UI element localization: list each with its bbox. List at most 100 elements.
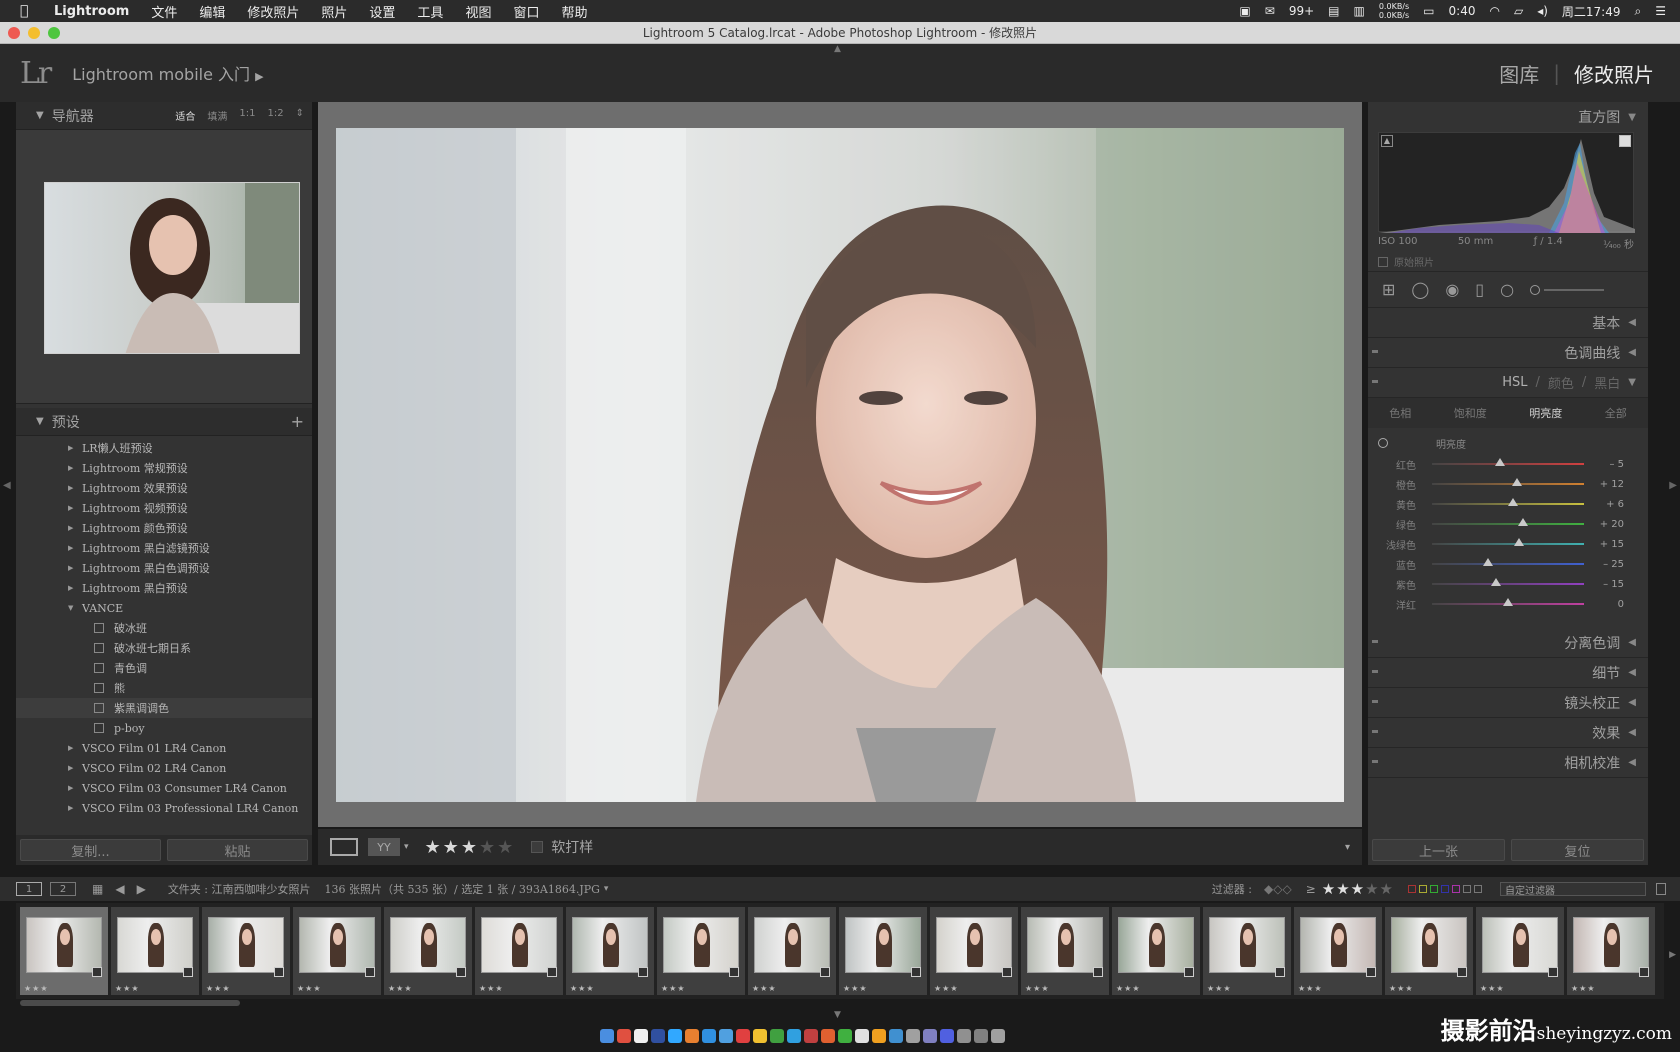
navigator-header[interactable]: ▼ 导航器 适合 填满 1:1 1:2 ⇕	[16, 102, 312, 130]
dock-app-icon[interactable]	[974, 1029, 988, 1043]
preset-folder[interactable]: ▶ VSCO Film 03 Professional LR4 Canon	[16, 798, 312, 818]
lens-correction-header[interactable]: 镜头校正 ◀	[1368, 688, 1648, 718]
right-panel-toggle-icon[interactable]: ▶	[1669, 480, 1677, 491]
filmstrip-thumbnail[interactable]: ★★★	[748, 907, 836, 995]
tonecurve-panel-header[interactable]: 色调曲线 ◀	[1368, 338, 1648, 368]
menu-develop[interactable]: 修改照片	[247, 2, 299, 21]
slider-value[interactable]: + 6	[1584, 499, 1624, 510]
dock-app-icon[interactable]	[719, 1029, 733, 1043]
panel-switch-icon[interactable]	[1372, 730, 1378, 733]
basic-panel-header[interactable]: 基本 ◀	[1368, 308, 1648, 338]
zoom-1-1[interactable]: 1:1	[239, 108, 255, 123]
flag-filter-icons[interactable]: ◆◇◇	[1264, 882, 1292, 896]
rating-comparator[interactable]: ≥	[1306, 882, 1316, 896]
presets-header[interactable]: ▼ 预设 +	[16, 408, 312, 436]
preset-folder[interactable]: ▶ VSCO Film 02 LR4 Canon	[16, 758, 312, 778]
main-photo[interactable]	[336, 128, 1344, 802]
effects-header[interactable]: 效果 ◀	[1368, 718, 1648, 748]
split-toning-header[interactable]: 分离色调 ◀	[1368, 628, 1648, 658]
dock-app-icon[interactable]	[702, 1029, 716, 1043]
navigator-thumbnail[interactable]	[44, 182, 300, 354]
redeye-tool-icon[interactable]: ◉	[1445, 280, 1459, 299]
wechat-icon[interactable]: ✉	[1265, 4, 1275, 18]
zoom-more-icon[interactable]: ⇕	[296, 108, 304, 123]
collapse-triangle-icon[interactable]: ▼	[1628, 112, 1636, 123]
star-icon[interactable]: ★	[479, 837, 497, 858]
histogram-chart[interactable]: ▲	[1378, 132, 1635, 233]
zoom-1-2[interactable]: 1:2	[268, 108, 284, 123]
spot-removal-icon[interactable]: ◯	[1411, 280, 1429, 299]
expand-triangle-icon[interactable]: ◀	[1628, 347, 1636, 358]
filmstrip-thumbnail[interactable]: ★★★	[475, 907, 563, 995]
dock-app-icon[interactable]	[940, 1029, 954, 1043]
collapsed-triangle-icon[interactable]: ▶	[68, 764, 82, 772]
slider-value[interactable]: + 15	[1584, 539, 1624, 550]
navigator-preview[interactable]	[16, 130, 312, 404]
grid-view-icon[interactable]: ▦	[92, 882, 103, 896]
graduated-filter-icon[interactable]: ▯	[1475, 280, 1484, 299]
preset-item[interactable]: 破冰班	[16, 618, 312, 638]
crop-tool-icon[interactable]: ⊞	[1382, 280, 1395, 299]
slider-thumb[interactable]	[1512, 478, 1523, 486]
dock-app-icon[interactable]	[787, 1029, 801, 1043]
expand-triangle-icon[interactable]: ◀	[1628, 637, 1636, 648]
menu-tools[interactable]: 工具	[417, 2, 443, 21]
monitor-2-button[interactable]: 2	[50, 882, 76, 896]
filmstrip-thumbnail[interactable]: ★★★	[1021, 907, 1109, 995]
panel-switch-icon[interactable]	[1372, 670, 1378, 673]
dock-app-icon[interactable]	[872, 1029, 886, 1043]
slider-thumb[interactable]	[1490, 578, 1501, 586]
preset-folder[interactable]: ▼ VANCE	[16, 598, 312, 618]
copy-button[interactable]: 复制...	[20, 839, 161, 861]
preset-item[interactable]: 破冰班七期日系	[16, 638, 312, 658]
filmstrip-thumbnail[interactable]: ★★★	[657, 907, 745, 995]
play-arrow-icon[interactable]: ▶	[255, 70, 263, 83]
wifi-icon[interactable]: ◠	[1489, 4, 1499, 18]
hsl-subtab-hue[interactable]: 色相	[1389, 405, 1411, 421]
slider-thumb[interactable]	[1483, 558, 1494, 566]
star-icon[interactable]: ★	[425, 837, 443, 858]
dock-app-icon[interactable]	[991, 1029, 1005, 1043]
panel-switch-icon[interactable]	[1372, 760, 1378, 763]
filter-star-icon[interactable]: ★	[1322, 880, 1336, 898]
filter-star-icon[interactable]: ★	[1380, 880, 1394, 898]
expand-triangle-icon[interactable]: ◀	[1628, 727, 1636, 738]
menu-help[interactable]: 帮助	[561, 2, 587, 21]
dock-app-icon[interactable]	[617, 1029, 631, 1043]
preset-item[interactable]: 青色调	[16, 658, 312, 678]
collapsed-triangle-icon[interactable]: ▶	[68, 464, 82, 472]
panel-switch-icon[interactable]	[1372, 640, 1378, 643]
star-icon[interactable]: ★	[497, 837, 515, 858]
collapsed-triangle-icon[interactable]: ▶	[68, 744, 82, 752]
panel-switch-icon[interactable]	[1372, 700, 1378, 703]
forward-arrow-icon[interactable]: ▶	[137, 882, 146, 896]
preset-item[interactable]: 熊	[16, 678, 312, 698]
slider-thumb[interactable]	[1518, 518, 1529, 526]
menu-window[interactable]: 窗口	[513, 2, 539, 21]
original-photo-toggle[interactable]: 原始照片	[1378, 254, 1434, 269]
filmstrip-next-icon[interactable]: ▶	[1669, 950, 1676, 960]
menu-view[interactable]: 视图	[465, 2, 491, 21]
paste-button[interactable]: 粘贴	[167, 839, 308, 861]
slider-track[interactable]	[1432, 578, 1584, 586]
expand-triangle-icon[interactable]: ◀	[1628, 667, 1636, 678]
filmstrip-thumbnail[interactable]: ★★★	[1203, 907, 1291, 995]
notification-center-icon[interactable]: ☰	[1655, 4, 1666, 18]
softproof-checkbox[interactable]	[531, 841, 544, 853]
zoom-fill[interactable]: 填满	[207, 108, 227, 123]
dock-app-icon[interactable]	[821, 1029, 835, 1043]
slider-value[interactable]: + 12	[1584, 479, 1624, 490]
dock-app-icon[interactable]	[651, 1029, 665, 1043]
volume-icon[interactable]: ◂)	[1537, 4, 1548, 18]
dock-app-icon[interactable]	[600, 1029, 614, 1043]
menu-file[interactable]: 文件	[151, 2, 177, 21]
top-panel-toggle-icon[interactable]: ▲	[834, 44, 841, 54]
collapse-triangle-icon[interactable]: ▼	[36, 416, 44, 427]
menu-edit[interactable]: 编辑	[199, 2, 225, 21]
radial-filter-icon[interactable]: ○	[1500, 280, 1514, 299]
collapsed-triangle-icon[interactable]: ▶	[68, 504, 82, 512]
preset-folder[interactable]: ▶ Lightroom 颜色预设	[16, 518, 312, 538]
filmstrip-thumbnail[interactable]: ★★★	[566, 907, 654, 995]
hsl-subtab-saturation[interactable]: 饱和度	[1454, 405, 1487, 421]
adjustment-brush-icon[interactable]	[1530, 284, 1605, 295]
